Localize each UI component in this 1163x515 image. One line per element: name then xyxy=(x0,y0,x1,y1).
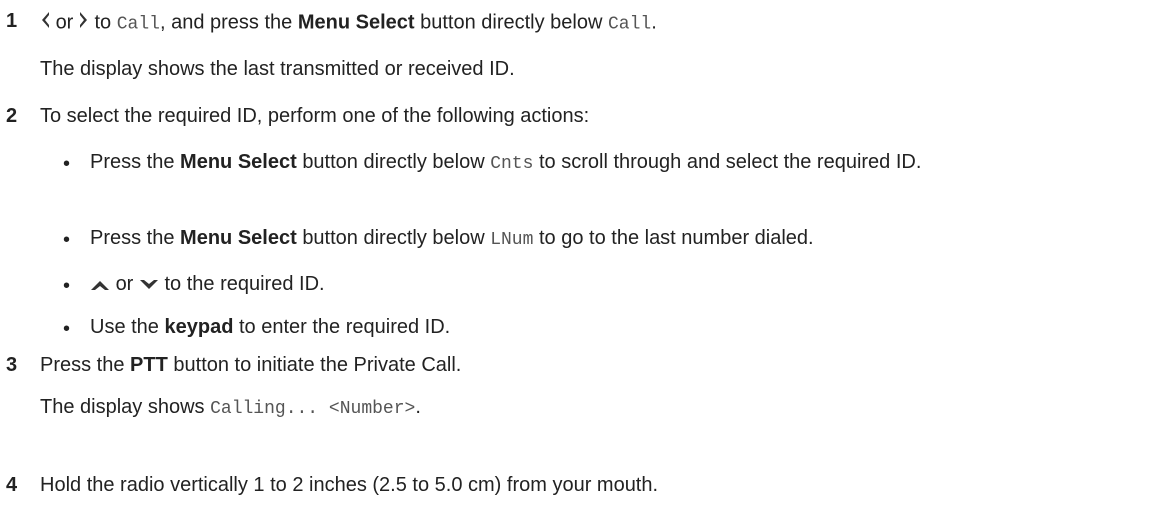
step-4: 4 Hold the radio vertically 1 to 2 inche… xyxy=(6,474,1156,504)
bullet-marker: • xyxy=(63,275,71,297)
step-number: 2 xyxy=(6,105,18,127)
step-4-instruction: Hold the radio vertically 1 to 2 inches … xyxy=(40,474,659,496)
step-1: 1 or to Call, and press the Menu Select … xyxy=(6,10,1156,90)
step-number: 4 xyxy=(6,474,18,496)
keypad-term: keypad xyxy=(164,316,234,338)
step-number: 1 xyxy=(6,10,18,32)
down-arrow-icon xyxy=(139,269,159,301)
list-item: or to the required ID. xyxy=(90,268,1160,301)
list-item: Use the keypad to enter the required ID. xyxy=(90,316,451,338)
step-3-result: The display shows Calling... <Number>. xyxy=(40,396,421,419)
call-code: Call xyxy=(607,14,652,35)
ptt-term: PTT xyxy=(130,354,168,376)
cnts-code: Cnts xyxy=(490,154,534,174)
right-arrow-icon xyxy=(79,10,89,36)
up-arrow-icon xyxy=(90,269,110,301)
list-item: Press the Menu Select button directly be… xyxy=(90,151,922,174)
menu-select-term: Menu Select xyxy=(180,151,297,173)
calling-code: Calling... <Number> xyxy=(210,399,416,419)
step-1-instruction: or to Call, and press the Menu Select bu… xyxy=(40,10,657,36)
bullet-marker: • xyxy=(63,318,71,340)
step-1-result: The display shows the last transmitted o… xyxy=(40,58,515,80)
bullet-marker: • xyxy=(63,153,71,175)
step-3: 3 Press the PTT button to initiate the P… xyxy=(6,354,1156,444)
left-arrow-icon xyxy=(40,10,50,36)
lnum-code: LNum xyxy=(490,230,534,250)
step-number: 3 xyxy=(6,354,18,376)
bullet-marker: • xyxy=(63,229,71,251)
menu-select-term: Menu Select xyxy=(180,227,297,249)
step-2-instruction: To select the required ID, perform one o… xyxy=(40,105,590,127)
step-3-instruction: Press the PTT button to initiate the Pri… xyxy=(40,354,462,376)
call-code: Call xyxy=(116,14,160,35)
menu-select-term: Menu Select xyxy=(297,11,415,34)
list-item: Press the Menu Select button directly be… xyxy=(90,227,814,250)
